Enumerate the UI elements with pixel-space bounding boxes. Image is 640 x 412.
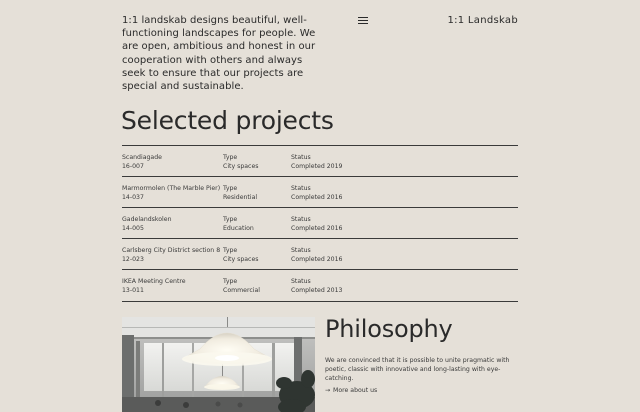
project-status-cell: Status Completed 2016 bbox=[291, 184, 381, 202]
status-label: Status bbox=[291, 216, 311, 223]
project-code: 14-037 bbox=[122, 194, 144, 201]
menu-bar-top bbox=[358, 17, 368, 18]
project-code: 12-023 bbox=[122, 256, 144, 263]
more-about-us-label: More about us bbox=[333, 387, 378, 394]
logo-link[interactable]: 1:1 Landskab bbox=[447, 15, 518, 26]
project-status: Completed 2019 bbox=[291, 163, 343, 170]
project-type: Residential bbox=[223, 194, 258, 201]
project-status: Completed 2016 bbox=[291, 256, 343, 263]
project-name-cell: Carlsberg City District section 8 12-023 bbox=[122, 246, 221, 264]
philosophy-text: We are convinced that it is possible to … bbox=[325, 357, 510, 382]
project-row[interactable]: Carlsberg City District section 8 12-023… bbox=[122, 239, 518, 270]
project-type-cell: Type Residential bbox=[223, 184, 285, 202]
project-name: IKEA Meeting Centre bbox=[122, 278, 186, 285]
arrow-right-icon: → bbox=[325, 387, 331, 394]
project-type: City spaces bbox=[223, 256, 259, 263]
selected-projects-title: Selected projects bbox=[121, 106, 334, 135]
type-label: Type bbox=[223, 278, 238, 285]
project-status: Completed 2016 bbox=[291, 194, 343, 201]
project-name-cell: Marmormolen (The Marble Pier) 14-037 bbox=[122, 184, 221, 202]
project-row[interactable]: Gadelandskolen 14-005 Type Education Sta… bbox=[122, 208, 518, 239]
type-label: Type bbox=[223, 185, 238, 192]
projects-table: Scandiagade 16-007 Type City spaces Stat… bbox=[122, 145, 518, 302]
status-label: Status bbox=[291, 278, 311, 285]
project-status: Completed 2013 bbox=[291, 287, 343, 294]
project-type: City spaces bbox=[223, 163, 259, 170]
project-type-cell: Type Education bbox=[223, 215, 285, 233]
menu-bar-middle bbox=[358, 20, 368, 21]
project-row[interactable]: Marmormolen (The Marble Pier) 14-037 Typ… bbox=[122, 177, 518, 208]
project-status-cell: Status Completed 2019 bbox=[291, 153, 381, 171]
more-about-us-link[interactable]: → More about us bbox=[325, 386, 377, 395]
project-status: Completed 2016 bbox=[291, 225, 343, 232]
project-type: Education bbox=[223, 225, 254, 232]
type-label: Type bbox=[223, 154, 238, 161]
project-status-cell: Status Completed 2016 bbox=[291, 246, 381, 264]
project-name-cell: IKEA Meeting Centre 13-011 bbox=[122, 277, 218, 295]
project-name-cell: Gadelandskolen 14-005 bbox=[122, 215, 218, 233]
status-label: Status bbox=[291, 154, 311, 161]
status-label: Status bbox=[291, 247, 311, 254]
type-label: Type bbox=[223, 247, 238, 254]
type-label: Type bbox=[223, 216, 238, 223]
project-name: Marmormolen (The Marble Pier) bbox=[122, 185, 221, 192]
project-name: Carlsberg City District section 8 bbox=[122, 247, 221, 254]
page: 1:1 landskab designs beautiful, well-fun… bbox=[0, 0, 640, 412]
project-type: Commercial bbox=[223, 287, 261, 294]
project-row[interactable]: Scandiagade 16-007 Type City spaces Stat… bbox=[122, 146, 518, 177]
project-name: Scandiagade bbox=[122, 154, 162, 161]
interior-with-pendant-lamps-photo bbox=[122, 317, 315, 412]
menu-bar-bottom bbox=[358, 23, 368, 24]
project-code: 16-007 bbox=[122, 163, 144, 170]
project-code: 14-005 bbox=[122, 225, 144, 232]
project-name-cell: Scandiagade 16-007 bbox=[122, 153, 218, 171]
status-label: Status bbox=[291, 185, 311, 192]
intro-text: 1:1 landskab designs beautiful, well-fun… bbox=[122, 15, 316, 93]
project-status-cell: Status Completed 2013 bbox=[291, 277, 381, 295]
project-row[interactable]: IKEA Meeting Centre 13-011 Type Commerci… bbox=[122, 270, 518, 302]
project-code: 13-011 bbox=[122, 287, 144, 294]
project-name: Gadelandskolen bbox=[122, 216, 172, 223]
project-type-cell: Type City spaces bbox=[223, 153, 285, 171]
philosophy-title: Philosophy bbox=[325, 315, 453, 343]
hamburger-menu-icon[interactable] bbox=[358, 17, 368, 25]
project-type-cell: Type Commercial bbox=[223, 277, 285, 295]
project-type-cell: Type City spaces bbox=[223, 246, 285, 264]
project-status-cell: Status Completed 2016 bbox=[291, 215, 381, 233]
